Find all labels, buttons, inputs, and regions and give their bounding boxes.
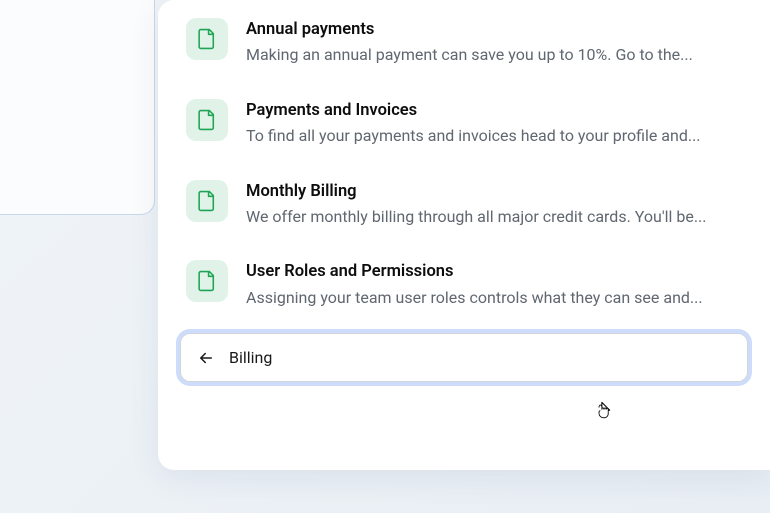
- result-title: Annual payments: [246, 19, 742, 40]
- search-results-card: Annual payments Making an annual payment…: [158, 0, 770, 470]
- search-area: [158, 333, 770, 382]
- result-description: Assigning your team user roles controls …: [246, 287, 742, 309]
- result-text: Payments and Invoices To find all your p…: [246, 99, 742, 148]
- result-text: User Roles and Permissions Assigning you…: [246, 260, 742, 309]
- document-icon: [186, 18, 228, 60]
- result-item-monthly-billing[interactable]: Monthly Billing We offer monthly billing…: [186, 180, 742, 229]
- result-text: Annual payments Making an annual payment…: [246, 18, 742, 67]
- background-panel: [0, 0, 155, 215]
- result-description: Making an annual payment can save you up…: [246, 44, 742, 66]
- result-description: We offer monthly billing through all maj…: [246, 206, 742, 228]
- result-title: Monthly Billing: [246, 181, 742, 202]
- result-item-user-roles[interactable]: User Roles and Permissions Assigning you…: [186, 260, 742, 309]
- result-item-payments-invoices[interactable]: Payments and Invoices To find all your p…: [186, 99, 742, 148]
- result-item-annual-payments[interactable]: Annual payments Making an annual payment…: [186, 18, 742, 67]
- result-text: Monthly Billing We offer monthly billing…: [246, 180, 742, 229]
- result-description: To find all your payments and invoices h…: [246, 125, 742, 147]
- result-list: Annual payments Making an annual payment…: [158, 18, 770, 309]
- result-title: Payments and Invoices: [246, 100, 742, 121]
- search-box[interactable]: [180, 333, 748, 382]
- document-icon: [186, 260, 228, 302]
- document-icon: [186, 99, 228, 141]
- result-title: User Roles and Permissions: [246, 261, 742, 282]
- document-icon: [186, 180, 228, 222]
- search-input[interactable]: [229, 348, 731, 367]
- back-arrow-icon[interactable]: [197, 349, 215, 367]
